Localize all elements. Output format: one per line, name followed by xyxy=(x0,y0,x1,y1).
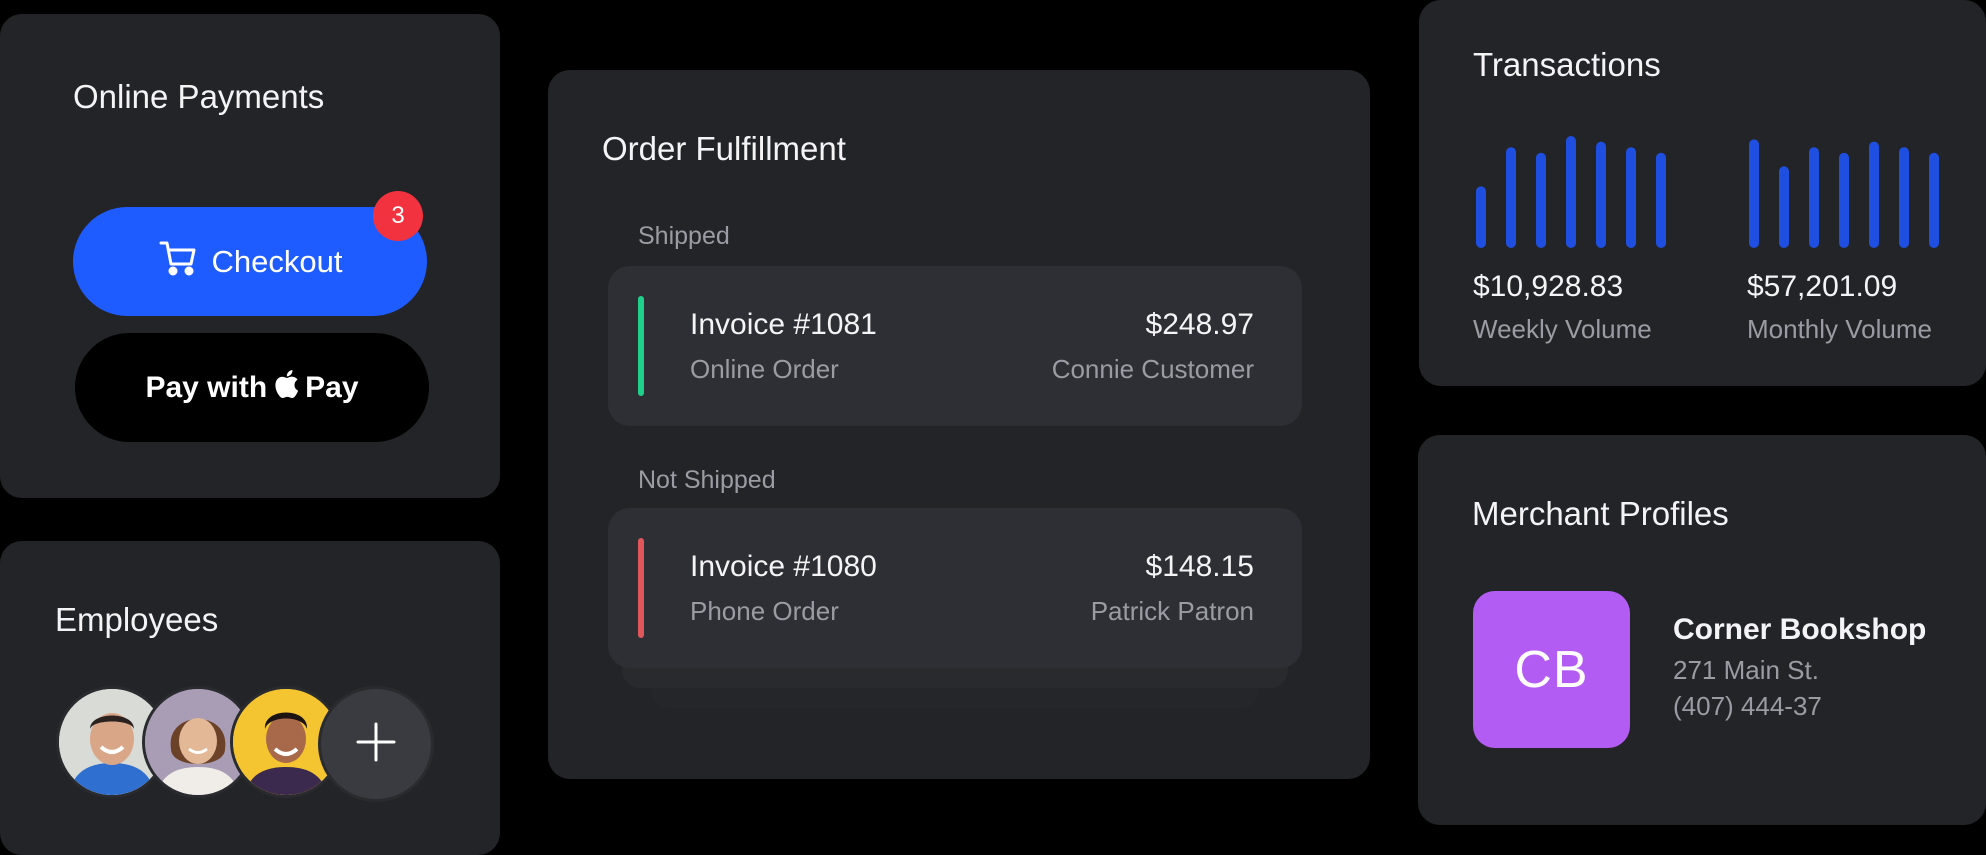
volume-bar xyxy=(1839,152,1849,248)
merchant-phone: (407) 444-37 xyxy=(1673,691,1822,721)
employees-title: Employees xyxy=(55,601,219,638)
status-bar xyxy=(638,296,644,396)
volume-bar xyxy=(1869,141,1879,248)
apple-pay-button[interactable]: Pay with Pay xyxy=(75,333,429,442)
invoice-number: Invoice #1081 xyxy=(690,308,877,341)
order-row-not-shipped[interactable]: Invoice #1080 Phone Order $148.15 Patric… xyxy=(608,508,1302,668)
status-bar xyxy=(638,538,644,638)
transactions-card: Transactions $10,928.83 Weekly Volume $5… xyxy=(1419,0,1986,386)
merchant-name[interactable]: Corner Bookshop xyxy=(1673,613,1926,647)
add-employee-button[interactable] xyxy=(318,686,434,802)
monthly-volume-value: $57,201.09 xyxy=(1747,270,1898,303)
volume-bar xyxy=(1476,186,1486,248)
order-amount: $148.15 xyxy=(1145,550,1254,583)
online-payments-title: Online Payments xyxy=(73,78,325,115)
volume-bar xyxy=(1779,166,1789,248)
order-row-shipped[interactable]: Invoice #1081 Online Order $248.97 Conni… xyxy=(608,266,1302,426)
merchant-address: 271 Main St. xyxy=(1673,655,1819,685)
shipped-section-label: Shipped xyxy=(638,222,730,250)
customer-name: Patrick Patron xyxy=(1090,596,1254,626)
checkout-label: Checkout xyxy=(211,243,343,279)
order-type: Phone Order xyxy=(690,596,839,626)
cart-count-badge: 3 xyxy=(373,191,423,241)
apple-pay-suffix: Pay xyxy=(305,370,359,404)
apple-pay-prefix: Pay with xyxy=(145,370,268,404)
volume-bar xyxy=(1899,147,1909,248)
volume-bar xyxy=(1656,152,1666,248)
not-shipped-section-label: Not Shipped xyxy=(638,466,776,494)
monthly-volume-chart xyxy=(1749,139,1939,248)
volume-bar xyxy=(1596,141,1606,248)
volume-bar xyxy=(1536,152,1546,248)
weekly-volume-label: Weekly Volume xyxy=(1473,314,1652,344)
volume-bar xyxy=(1809,147,1819,248)
cart-icon xyxy=(158,238,212,286)
volume-bar xyxy=(1749,139,1759,248)
merchant-profiles-card: Merchant Profiles CB Corner Bookshop 271… xyxy=(1418,435,1986,825)
order-fulfillment-title: Order Fulfillment xyxy=(602,130,846,167)
monthly-volume-label: Monthly Volume xyxy=(1747,314,1932,344)
customer-name: Connie Customer xyxy=(1051,354,1254,384)
plus-icon xyxy=(354,720,398,769)
order-amount: $248.97 xyxy=(1145,308,1254,341)
merchant-profiles-title: Merchant Profiles xyxy=(1472,495,1729,532)
volume-bar xyxy=(1626,147,1636,248)
merchant-avatar[interactable]: CB xyxy=(1473,591,1630,748)
weekly-volume-chart xyxy=(1476,136,1666,248)
invoice-number: Invoice #1080 xyxy=(690,550,877,583)
order-type: Online Order xyxy=(690,354,839,384)
order-fulfillment-card: Order Fulfillment Shipped Invoice #1081 … xyxy=(548,70,1370,779)
volume-bar xyxy=(1506,147,1516,248)
apple-logo-icon xyxy=(273,369,299,407)
weekly-volume-value: $10,928.83 xyxy=(1473,270,1624,303)
volume-bar xyxy=(1566,136,1576,248)
volume-bar xyxy=(1929,152,1939,248)
transactions-title: Transactions xyxy=(1473,46,1661,83)
